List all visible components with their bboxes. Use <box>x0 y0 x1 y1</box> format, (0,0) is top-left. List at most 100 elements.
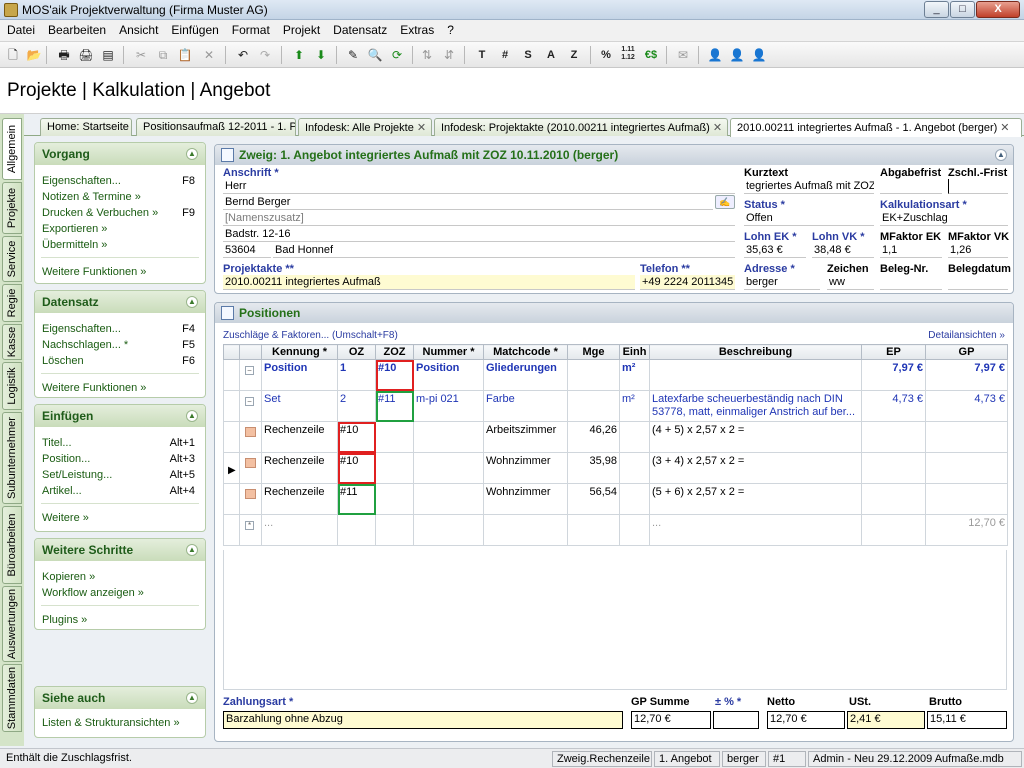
zoz-cell[interactable]: #10 <box>375 359 414 391</box>
sidebar-item-einf-weitere[interactable]: Weitere » <box>35 510 205 526</box>
namenszusatz-field[interactable]: [Namenszusatz] <box>223 211 735 226</box>
matchcode-cell[interactable]: Wohnzimmer <box>483 483 568 515</box>
menu-bearbeiten[interactable]: Bearbeiten <box>41 20 112 37</box>
lohn-ek-field[interactable]: 35,63 € <box>744 243 806 258</box>
beschreibung-cell[interactable]: ... <box>649 514 862 546</box>
mfaktor-ek-field[interactable]: 1,1 <box>880 243 942 258</box>
copy-icon[interactable]: ⧉ <box>154 46 172 64</box>
adresse-field[interactable]: berger <box>744 275 820 290</box>
vtab-subunternehmer[interactable]: Subunternehmer <box>2 412 22 504</box>
telefon-field[interactable]: +49 2224 2011345 <box>640 275 735 290</box>
oz-cell[interactable]: 1 <box>337 359 376 391</box>
column-header[interactable]: ZOZ <box>375 344 414 360</box>
refresh-icon[interactable]: ⟳ <box>388 46 406 64</box>
ep-cell[interactable] <box>861 483 926 515</box>
einh-cell[interactable]: m² <box>619 359 650 391</box>
einh-cell[interactable] <box>619 421 650 453</box>
insert-number-button[interactable]: # <box>496 46 514 64</box>
close-button[interactable]: X <box>976 1 1020 18</box>
tab-home[interactable]: Home: Startseite <box>40 118 132 136</box>
matchcode-cell[interactable] <box>483 514 568 546</box>
sidebar-item-ds-weitere[interactable]: Weitere Funktionen » <box>35 380 205 396</box>
tab-angebot[interactable]: 2010.00211 integriertes Aufmaß - 1. Ange… <box>730 118 1022 137</box>
column-header[interactable]: Kennung * <box>261 344 338 360</box>
kennung-cell[interactable]: Rechenzeile <box>261 421 338 453</box>
numbering-button[interactable]: 1.11 1.12 <box>619 46 637 64</box>
insert-title-button[interactable]: T <box>473 46 491 64</box>
menu-ansicht[interactable]: Ansicht <box>112 20 164 37</box>
sidebar-item-workflow[interactable]: Workflow anzeigen » <box>35 585 205 601</box>
oz-cell[interactable]: #11 <box>337 483 376 515</box>
beschreibung-cell[interactable] <box>649 359 862 391</box>
ep-cell[interactable]: 4,73 € <box>861 390 926 422</box>
arrow-up-icon[interactable]: ⬆ <box>290 46 308 64</box>
sidebar-item-eigenschaften[interactable]: Eigenschaften... F8 <box>35 173 205 189</box>
print-preview-icon[interactable]: 🖨 <box>77 46 95 64</box>
einh-cell[interactable] <box>619 452 650 484</box>
table-row[interactable]: − Position 1 #10 Position Gliederungen m… <box>223 359 1008 391</box>
column-header[interactable]: GP <box>925 344 1008 360</box>
ort-field[interactable]: Bad Honnef <box>273 243 735 258</box>
vtab-logistik[interactable]: Logistik <box>2 362 22 410</box>
menu-extras[interactable]: Extras <box>393 20 440 37</box>
vtab-stammdaten[interactable]: Stammdaten <box>2 664 22 732</box>
minimize-button[interactable]: _ <box>924 1 949 18</box>
einh-cell[interactable]: m² <box>619 390 650 422</box>
ep-cell[interactable] <box>861 421 926 453</box>
sidebar-item-kopieren[interactable]: Kopieren » <box>35 569 205 585</box>
vtab-bueroarbeiten[interactable]: Büroarbeiten <box>2 506 22 584</box>
address-lookup-icon[interactable]: ✍ <box>715 195 735 209</box>
menu-format[interactable]: Format <box>225 20 276 37</box>
table-row[interactable]: Rechenzeile #11 Wohnzimmer 56,54 (5 + 6)… <box>223 483 1008 515</box>
print-icon[interactable]: 🖶 <box>55 46 73 64</box>
insert-sum-button[interactable]: Z <box>565 46 583 64</box>
einh-cell[interactable] <box>619 514 650 546</box>
mge-cell[interactable] <box>567 390 620 422</box>
ep-cell[interactable]: 7,97 € <box>861 359 926 391</box>
sidebar-item-artikel[interactable]: Artikel... Alt+4 <box>35 483 205 499</box>
beschreibung-cell[interactable]: (4 + 5) x 2,57 x 2 = <box>649 421 862 453</box>
sidebar-item-set-leistung[interactable]: Set/Leistung... Alt+5 <box>35 467 205 483</box>
tab-close-icon[interactable]: ✕ <box>417 122 426 134</box>
oz-cell[interactable]: #10 <box>337 452 376 484</box>
nummer-cell[interactable] <box>413 421 484 453</box>
gp-cell[interactable]: 4,73 € <box>925 390 1008 422</box>
gp-summe-field[interactable]: 12,70 € <box>631 711 711 729</box>
zoz-cell[interactable] <box>375 483 414 515</box>
delete-icon[interactable]: ✕ <box>200 46 218 64</box>
status-field[interactable]: Offen <box>744 211 874 226</box>
matchcode-cell[interactable]: Farbe <box>483 390 568 422</box>
matchcode-cell[interactable]: Wohnzimmer <box>483 452 568 484</box>
zuschlaege-link[interactable]: Zuschläge & Faktoren... (Umschalt+F8) <box>223 330 398 341</box>
redo-icon[interactable]: ↷ <box>256 46 274 64</box>
new-row-icon[interactable]: * <box>245 521 254 530</box>
tab-infodesk-projektakte[interactable]: Infodesk: Projektakte (2010.00211 integr… <box>434 118 728 136</box>
currency-button[interactable]: €$ <box>642 46 660 64</box>
menu-datei[interactable]: Datei <box>0 20 41 37</box>
vtab-service[interactable]: Service <box>2 236 22 282</box>
name-field[interactable]: Bernd Berger <box>223 195 713 210</box>
vtab-kasse[interactable]: Kasse <box>2 324 22 360</box>
table-row[interactable]: Rechenzeile #10 Arbeitszimmer 46,26 (4 +… <box>223 421 1008 453</box>
beleg-nr-field[interactable] <box>880 275 942 290</box>
collapse-icon[interactable]: ▲ <box>995 149 1007 161</box>
insert-set-button[interactable]: S <box>519 46 537 64</box>
oz-cell[interactable] <box>337 514 376 546</box>
gp-cell[interactable] <box>925 421 1008 453</box>
matchcode-cell[interactable]: Gliederungen <box>483 359 568 391</box>
belegdatum-field[interactable] <box>948 275 1008 290</box>
nummer-cell[interactable] <box>413 514 484 546</box>
vtab-projekte[interactable]: Projekte <box>2 182 22 234</box>
mail-icon[interactable]: ✉ <box>674 46 692 64</box>
detailansichten-link[interactable]: Detailansichten » <box>928 330 1005 341</box>
edit-pencil-icon[interactable]: ✎ <box>344 46 362 64</box>
ep-cell[interactable] <box>861 514 926 546</box>
table-row[interactable]: − Set 2 #11 m-pi 021 Farbe m² Latexfarbe… <box>223 390 1008 422</box>
menu-datensatz[interactable]: Datensatz <box>326 20 393 37</box>
menu-projekt[interactable]: Projekt <box>276 20 326 37</box>
expand-icon[interactable]: − <box>245 366 254 375</box>
tab-close-icon[interactable]: ✕ <box>713 122 722 134</box>
column-header[interactable]: OZ <box>337 344 376 360</box>
column-header[interactable]: Nummer * <box>413 344 484 360</box>
kennung-cell[interactable]: Position <box>261 359 338 391</box>
